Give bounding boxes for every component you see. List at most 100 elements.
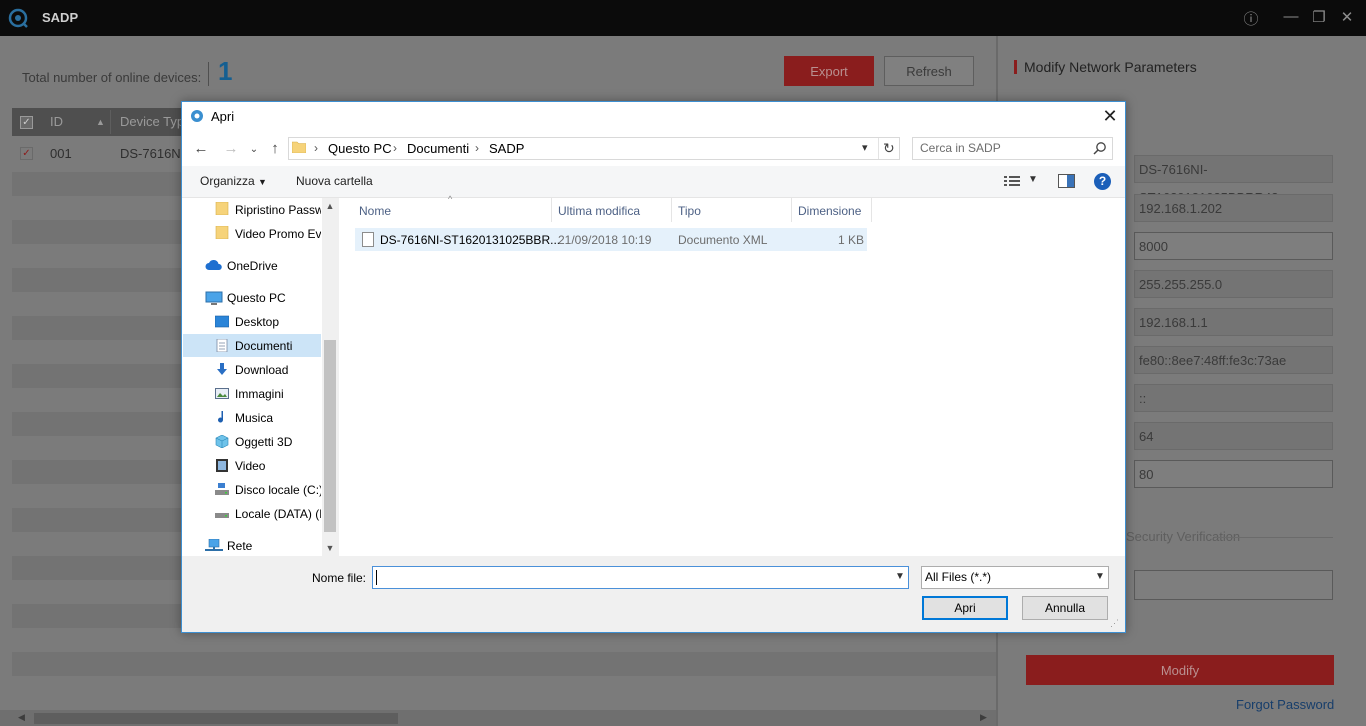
export-button[interactable]: Export bbox=[784, 56, 874, 86]
select-all-checkbox[interactable]: ✓ bbox=[20, 116, 33, 129]
divider bbox=[208, 62, 209, 86]
ipv6-prefix-field[interactable]: 64 bbox=[1134, 422, 1333, 450]
nav-item-rete[interactable]: Rete bbox=[227, 539, 252, 553]
close-icon[interactable]: ✕ bbox=[1096, 103, 1124, 129]
refresh-icon[interactable]: ↻ bbox=[883, 140, 895, 157]
download-icon bbox=[215, 363, 229, 376]
column-header-type[interactable]: Tipo bbox=[678, 204, 701, 218]
details-view-icon[interactable] bbox=[1004, 175, 1020, 187]
scrollbar-thumb[interactable] bbox=[324, 340, 336, 532]
nav-item-oggetti-3d[interactable]: Oggetti 3D bbox=[235, 435, 292, 449]
nav-item-video-promo[interactable]: Video Promo Eve bbox=[235, 227, 321, 241]
folder-icon bbox=[215, 201, 229, 216]
address-dropdown-icon[interactable]: ▾ bbox=[862, 141, 868, 154]
search-icon[interactable] bbox=[1093, 141, 1107, 155]
column-header-size[interactable]: Dimensione bbox=[798, 204, 861, 218]
nav-item-desktop[interactable]: Desktop bbox=[235, 315, 279, 329]
scroll-down-icon[interactable]: ▼ bbox=[324, 543, 336, 553]
nav-item-download[interactable]: Download bbox=[235, 363, 288, 377]
view-options-chevron-icon[interactable]: ▼ bbox=[1028, 174, 1038, 185]
column-divider[interactable] bbox=[671, 198, 672, 222]
drive-icon bbox=[215, 483, 229, 496]
refresh-button[interactable]: Refresh bbox=[884, 56, 974, 86]
filename-dropdown-icon[interactable]: ▼ bbox=[895, 571, 905, 582]
nav-item-documenti[interactable]: Documenti bbox=[235, 339, 292, 353]
close-app-icon[interactable]: ✕ bbox=[1337, 8, 1357, 26]
breadcrumb-separator-icon[interactable]: › bbox=[475, 141, 479, 155]
device-serial-field[interactable]: DS-7616NI-ST1620131025BBRR43 bbox=[1134, 155, 1333, 205]
help-icon[interactable]: ? bbox=[1094, 173, 1111, 190]
ipv6-address-field[interactable]: fe80::8ee7:48ff:fe3c:73ae bbox=[1134, 346, 1333, 374]
nav-item-disco-c[interactable]: Disco locale (C:) bbox=[235, 483, 321, 497]
nav-item-questo-pc[interactable]: Questo PC bbox=[227, 291, 286, 305]
info-icon[interactable]: ⓘ bbox=[1241, 8, 1261, 29]
nav-item-immagini[interactable]: Immagini bbox=[235, 387, 284, 401]
subnet-mask-field[interactable]: 255.255.255.0 bbox=[1134, 270, 1333, 298]
file-name[interactable]: DS-7616NI-ST1620131025BBR... bbox=[380, 233, 560, 247]
port-field[interactable]: 8000 bbox=[1134, 232, 1333, 260]
file-type-filter-value: All Files (*.*) bbox=[925, 570, 992, 584]
filter-dropdown-icon[interactable]: ▼ bbox=[1095, 571, 1105, 582]
forward-arrow-icon[interactable]: → bbox=[221, 140, 241, 157]
scroll-right-icon[interactable]: ▶ bbox=[980, 712, 987, 723]
sort-indicator-icon: ^ bbox=[448, 194, 453, 204]
minimize-icon[interactable]: — bbox=[1281, 8, 1301, 25]
restore-icon[interactable]: ❐ bbox=[1309, 8, 1329, 26]
app-title: SADP bbox=[42, 10, 79, 25]
back-arrow-icon[interactable]: ← bbox=[191, 140, 211, 157]
chevron-down-icon: ▼ bbox=[258, 177, 267, 187]
nav-item-musica[interactable]: Musica bbox=[235, 411, 273, 425]
folder-icon bbox=[292, 141, 306, 153]
sadp-logo-icon bbox=[8, 8, 28, 28]
column-divider[interactable] bbox=[791, 198, 792, 222]
row-checkbox[interactable]: ✓ bbox=[20, 147, 33, 160]
navigation-pane bbox=[182, 198, 338, 556]
nav-item-ripristino-password[interactable]: Ripristino Passw bbox=[235, 203, 321, 217]
scroll-left-icon[interactable]: ◀ bbox=[18, 712, 25, 723]
file-size: 1 KB bbox=[837, 233, 864, 247]
documents-icon bbox=[215, 338, 229, 353]
dialog-title: Apri bbox=[211, 109, 235, 124]
preview-pane-icon[interactable] bbox=[1058, 174, 1075, 188]
network-panel-title: Modify Network Parameters bbox=[1024, 59, 1197, 75]
ip-address-field[interactable]: 192.168.1.202 bbox=[1134, 194, 1333, 222]
ipv6-gateway-field[interactable]: :: bbox=[1134, 384, 1333, 412]
cancel-button[interactable]: Annulla bbox=[1022, 596, 1108, 620]
music-icon bbox=[215, 411, 229, 424]
column-header-name[interactable]: Nome bbox=[359, 204, 391, 218]
column-header-device-type[interactable]: Device Typ bbox=[120, 114, 184, 129]
new-folder-button[interactable]: Nuova cartella bbox=[296, 174, 373, 188]
sadp-logo-icon bbox=[191, 110, 203, 122]
recent-locations-chevron-icon[interactable]: ⌄ bbox=[244, 144, 264, 155]
nav-item-locale-d[interactable]: Locale (DATA) (D bbox=[235, 507, 321, 521]
forgot-password-link[interactable]: Forgot Password bbox=[1236, 697, 1334, 712]
divider bbox=[1215, 537, 1333, 538]
admin-password-field[interactable] bbox=[1134, 570, 1333, 600]
dialog-titlebar[interactable] bbox=[182, 102, 1125, 132]
breadcrumb-documenti[interactable]: Documenti bbox=[407, 141, 469, 156]
sort-asc-icon[interactable]: ▲ bbox=[96, 117, 105, 127]
breadcrumb-sadp[interactable]: SADP bbox=[489, 141, 524, 156]
breadcrumb-separator-icon[interactable]: › bbox=[393, 141, 397, 155]
scrollbar-thumb[interactable] bbox=[34, 713, 398, 724]
filename-input[interactable] bbox=[372, 566, 909, 589]
organize-menu-button[interactable]: Organizza ▼ bbox=[200, 174, 267, 188]
column-header-id[interactable]: ID bbox=[50, 114, 63, 129]
file-list bbox=[339, 198, 1125, 556]
cloud-icon bbox=[205, 259, 223, 272]
column-header-modified[interactable]: Ultima modifica bbox=[558, 204, 640, 218]
gateway-field[interactable]: 192.168.1.1 bbox=[1134, 308, 1333, 336]
column-divider[interactable] bbox=[551, 198, 552, 222]
column-divider[interactable] bbox=[871, 198, 872, 222]
breadcrumb-separator-icon[interactable]: › bbox=[314, 141, 318, 155]
nav-item-onedrive[interactable]: OneDrive bbox=[227, 259, 278, 273]
modify-button[interactable]: Modify bbox=[1026, 655, 1334, 685]
breadcrumb-questo-pc[interactable]: Questo PC bbox=[328, 141, 392, 156]
http-port-field[interactable]: 80 bbox=[1134, 460, 1333, 488]
up-arrow-icon[interactable]: ↑ bbox=[265, 140, 285, 157]
desktop-icon bbox=[214, 315, 230, 328]
scroll-up-icon[interactable]: ▲ bbox=[324, 201, 336, 211]
nav-item-video[interactable]: Video bbox=[235, 459, 265, 473]
open-button[interactable]: Apri bbox=[922, 596, 1008, 620]
resize-grip-icon[interactable]: ⋰ bbox=[1110, 618, 1119, 629]
